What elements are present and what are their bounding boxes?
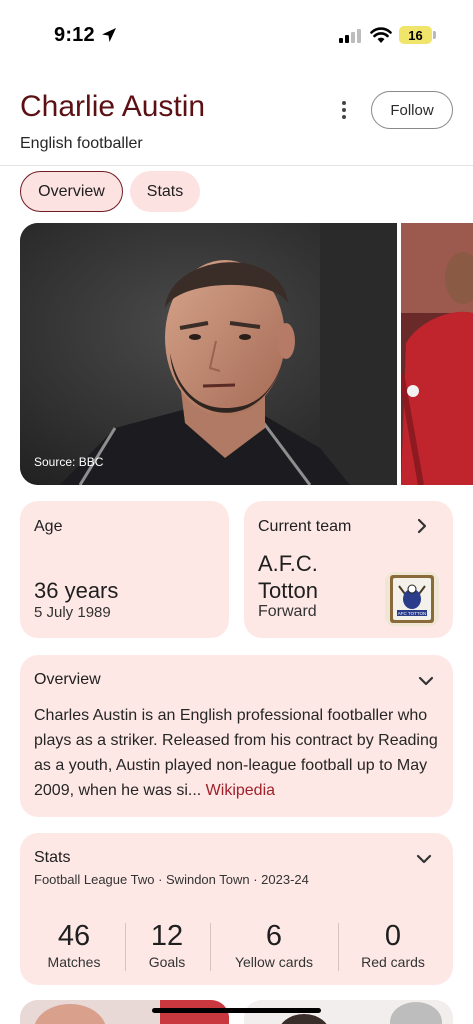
chevron-down-icon[interactable] <box>415 853 433 865</box>
image-source-label: Source: BBC <box>34 455 104 469</box>
overview-title: Overview <box>34 671 101 688</box>
more-options-button[interactable] <box>330 97 358 123</box>
stat-label: Matches <box>47 954 101 970</box>
team-name: A.F.C. Totton <box>258 551 318 603</box>
stat-goals: 12 Goals <box>132 920 202 970</box>
stat-divider <box>210 923 211 971</box>
more-dot-icon <box>342 108 346 112</box>
overview-card[interactable]: Overview Charles Austin is an English pr… <box>20 655 453 817</box>
current-team-label: Current team <box>258 518 352 535</box>
stat-label: Red cards <box>361 954 425 970</box>
stat-divider <box>338 923 339 971</box>
stat-label: Goals <box>148 954 186 970</box>
follow-button[interactable]: Follow <box>371 91 453 129</box>
next-photo-thumbnail[interactable] <box>401 223 473 485</box>
wifi-icon <box>370 27 392 43</box>
tab-stats[interactable]: Stats <box>130 171 200 212</box>
more-dot-icon <box>342 115 346 119</box>
player-photo-illustration <box>20 223 397 485</box>
birth-date: 5 July 1989 <box>34 604 111 621</box>
battery-cap <box>433 31 436 39</box>
next-photo-illustration <box>401 223 473 485</box>
more-dot-icon <box>342 101 346 105</box>
header-divider <box>0 165 473 166</box>
chevron-right-icon <box>417 518 427 534</box>
stat-value: 46 <box>57 920 91 952</box>
stats-card[interactable]: Stats Football League Two · Swindon Town… <box>20 833 453 985</box>
stat-divider <box>125 923 126 971</box>
tab-overview[interactable]: Overview <box>20 171 123 212</box>
age-value: 36 years <box>34 578 119 603</box>
stats-title: Stats <box>34 849 71 866</box>
status-time: 9:12 <box>54 24 95 46</box>
battery-indicator: 16 <box>399 26 432 44</box>
location-arrow-icon <box>102 28 116 42</box>
stat-value: 12 <box>150 920 184 952</box>
chevron-down-icon[interactable] <box>417 675 435 687</box>
stat-yellow-cards: 6 Yellow cards <box>220 920 328 970</box>
stats-subtitle: Football League Two · Swindon Town · 202… <box>34 872 309 887</box>
cellular-signal-icon <box>339 29 361 43</box>
stat-value: 6 <box>265 920 283 952</box>
stat-matches: 46 Matches <box>34 920 114 970</box>
player-photo[interactable]: Source: BBC <box>20 223 397 485</box>
stat-label: Yellow cards <box>234 954 314 970</box>
player-position: Forward <box>258 603 317 620</box>
status-bar: 9:12 16 <box>0 0 473 64</box>
overview-text: Charles Austin is an English professiona… <box>34 703 444 803</box>
home-indicator[interactable] <box>152 1008 321 1013</box>
stat-value: 0 <box>384 920 402 952</box>
team-crest: AFC TOTTON <box>385 572 439 626</box>
age-label: Age <box>34 518 63 535</box>
team-crest-text: AFC TOTTON <box>398 611 427 616</box>
stat-red-cards: 0 Red cards <box>348 920 438 970</box>
team-crest-logo: AFC TOTTON <box>385 572 439 626</box>
page-title: Charlie Austin <box>20 90 206 123</box>
wikipedia-link[interactable]: Wikipedia <box>206 782 275 799</box>
page-subtitle: English footballer <box>20 135 143 152</box>
